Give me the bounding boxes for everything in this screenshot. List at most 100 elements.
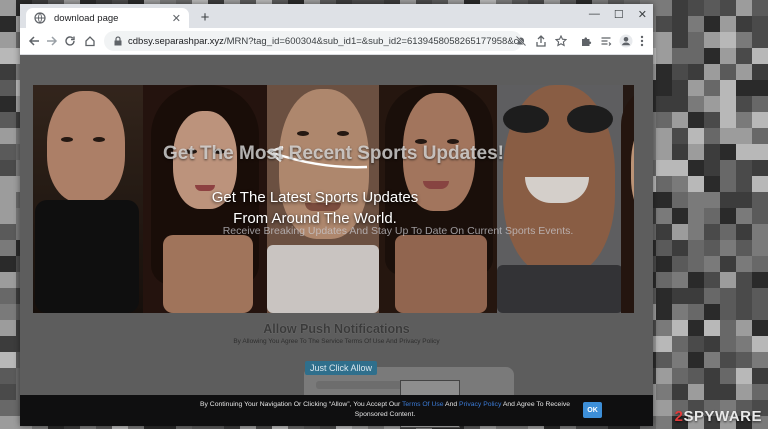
mosaic-tile bbox=[656, 160, 672, 176]
profile-icon[interactable] bbox=[618, 33, 634, 49]
mosaic-tile bbox=[688, 208, 704, 224]
mosaic-tile bbox=[688, 304, 704, 320]
mosaic-tile bbox=[688, 48, 704, 64]
tab-close-icon[interactable]: ✕ bbox=[172, 12, 181, 25]
hero-headline: Get The Most Recent Sports Updates! bbox=[163, 143, 504, 164]
mosaic-tile bbox=[656, 400, 672, 416]
mosaic-tile bbox=[688, 176, 704, 192]
mosaic-tile bbox=[704, 224, 720, 240]
mosaic-tile bbox=[672, 0, 688, 16]
mosaic-tile bbox=[720, 176, 736, 192]
mosaic-tile bbox=[688, 96, 704, 112]
mosaic-tile bbox=[688, 32, 704, 48]
mosaic-tile bbox=[688, 336, 704, 352]
url-host: cdbsy.separashpar.xyz bbox=[128, 35, 224, 47]
mosaic-tile bbox=[752, 96, 768, 112]
reload-icon[interactable] bbox=[62, 33, 78, 49]
mosaic-tile bbox=[656, 240, 672, 256]
terms-of-use-link[interactable]: Terms Of Use bbox=[402, 401, 444, 408]
lock-icon[interactable] bbox=[113, 36, 123, 46]
minimize-icon[interactable]: — bbox=[589, 8, 600, 20]
address-bar[interactable]: cdbsy.separashpar.xyz/MRN?tag_id=600304&… bbox=[104, 31, 522, 51]
mosaic-tile bbox=[672, 240, 688, 256]
home-icon[interactable] bbox=[82, 33, 98, 49]
mosaic-tile bbox=[0, 144, 16, 160]
forward-icon[interactable] bbox=[44, 33, 60, 49]
share-icon[interactable] bbox=[533, 33, 549, 49]
mosaic-tile bbox=[656, 384, 672, 400]
mosaic-tile bbox=[656, 304, 672, 320]
mosaic-tile bbox=[720, 368, 736, 384]
mosaic-tile bbox=[704, 352, 720, 368]
mosaic-tile bbox=[752, 128, 768, 144]
mosaic-tile bbox=[656, 80, 672, 96]
mosaic-tile bbox=[720, 48, 736, 64]
mosaic-tile bbox=[720, 144, 736, 160]
mosaic-tile bbox=[720, 0, 736, 16]
mosaic-tile bbox=[656, 208, 672, 224]
bookmark-star-icon[interactable] bbox=[553, 33, 569, 49]
mosaic-tile bbox=[672, 272, 688, 288]
mosaic-tile bbox=[736, 240, 752, 256]
mosaic-tile bbox=[0, 160, 16, 176]
mosaic-tile bbox=[0, 176, 16, 192]
mosaic-tile bbox=[688, 144, 704, 160]
notifications-blocked-icon[interactable] bbox=[513, 33, 529, 49]
mosaic-tile bbox=[672, 224, 688, 240]
extensions-icon[interactable] bbox=[578, 33, 594, 49]
mosaic-tile bbox=[752, 288, 768, 304]
mosaic-tile bbox=[752, 272, 768, 288]
back-icon[interactable] bbox=[26, 33, 42, 49]
mosaic-tile bbox=[672, 192, 688, 208]
mosaic-tile bbox=[704, 192, 720, 208]
mosaic-tile bbox=[736, 384, 752, 400]
mosaic-tile bbox=[736, 304, 752, 320]
menu-icon[interactable] bbox=[636, 33, 648, 49]
mosaic-tile bbox=[672, 128, 688, 144]
mosaic-tile bbox=[720, 336, 736, 352]
mosaic-tile bbox=[688, 160, 704, 176]
mosaic-tile bbox=[672, 48, 688, 64]
mosaic-tile bbox=[736, 64, 752, 80]
mosaic-tile bbox=[0, 64, 16, 80]
mosaic-tile bbox=[672, 384, 688, 400]
mosaic-tile bbox=[0, 368, 16, 384]
mosaic-tile bbox=[752, 384, 768, 400]
reading-list-icon[interactable] bbox=[598, 33, 614, 49]
close-window-icon[interactable]: ✕ bbox=[638, 8, 647, 21]
hero-small-text: Receive Breaking Updates And Stay Up To … bbox=[222, 225, 574, 237]
mosaic-tile bbox=[752, 64, 768, 80]
mosaic-tile bbox=[704, 336, 720, 352]
tab-download-page[interactable]: download page ✕ bbox=[26, 8, 189, 28]
mosaic-tile bbox=[672, 80, 688, 96]
mosaic-tile bbox=[704, 144, 720, 160]
mosaic-tile bbox=[736, 336, 752, 352]
mosaic-tile bbox=[736, 32, 752, 48]
mosaic-tile bbox=[656, 336, 672, 352]
mosaic-tile bbox=[688, 224, 704, 240]
mosaic-tile bbox=[736, 80, 752, 96]
watermark-logo: 2SPYWARE bbox=[675, 408, 762, 425]
mosaic-tile bbox=[0, 80, 16, 96]
hero-subline: Get The Latest Sports Updates From Aroun… bbox=[211, 189, 419, 227]
mosaic-tile bbox=[720, 192, 736, 208]
page-viewport: Get The Most Recent Sports Updates! Get … bbox=[20, 55, 653, 428]
maximize-icon[interactable]: ☐ bbox=[614, 8, 624, 21]
mosaic-tile bbox=[736, 272, 752, 288]
mosaic-tile bbox=[0, 288, 16, 304]
mosaic-tile bbox=[752, 368, 768, 384]
mosaic-tile bbox=[736, 160, 752, 176]
mosaic-tile bbox=[688, 192, 704, 208]
mosaic-tile bbox=[704, 16, 720, 32]
new-tab-button[interactable]: + bbox=[196, 8, 214, 26]
mosaic-tile bbox=[752, 144, 768, 160]
mosaic-tile bbox=[752, 16, 768, 32]
mosaic-tile bbox=[656, 352, 672, 368]
mosaic-tile bbox=[736, 112, 752, 128]
mosaic-tile bbox=[656, 112, 672, 128]
privacy-policy-link[interactable]: Privacy Policy bbox=[459, 401, 501, 408]
ok-button[interactable]: OK bbox=[583, 402, 602, 418]
mosaic-tile bbox=[720, 64, 736, 80]
mosaic-tile bbox=[0, 336, 16, 352]
hero-banner: Get The Most Recent Sports Updates! Get … bbox=[33, 85, 634, 313]
